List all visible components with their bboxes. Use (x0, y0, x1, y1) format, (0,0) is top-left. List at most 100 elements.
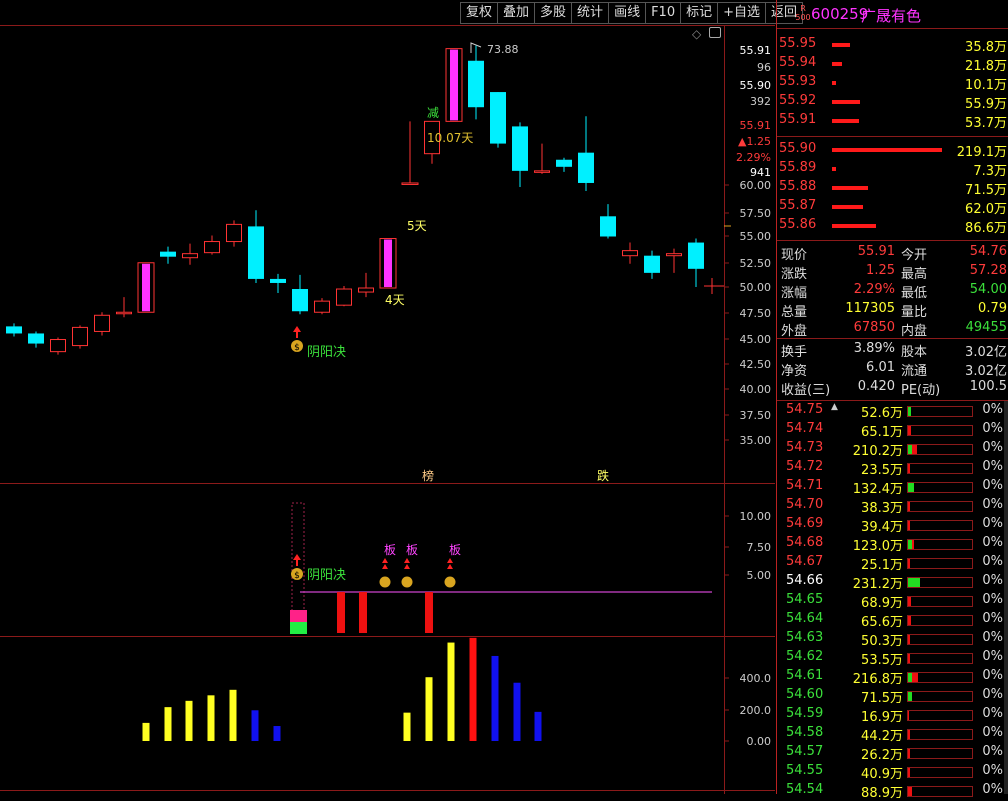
ladder-percent: 0% (982, 687, 1003, 702)
candle[interactable] (226, 220, 242, 247)
candle[interactable] (666, 248, 682, 273)
stat-label: 股本 (901, 345, 928, 360)
ladder-bar (908, 483, 914, 492)
stat-label: 净资 (781, 364, 808, 379)
axis-label: 60.00 (740, 179, 772, 192)
ladder-percent: 0% (982, 554, 1003, 569)
stat-label: 量比 (901, 305, 928, 320)
kline-chart[interactable]: 55.91 96 55.90 392 55.91 ▲1.25 2.29% 94160.00 57… (0, 0, 775, 794)
ladder-volume: 68.9万 (861, 596, 903, 611)
book-price: 55.88 (779, 179, 817, 194)
candle[interactable] (248, 210, 264, 283)
ladder-bar-frame (907, 729, 973, 740)
stat-label: 最低 (901, 286, 928, 301)
book-volume: 7.3万 (973, 164, 1007, 179)
candle[interactable] (578, 116, 594, 192)
signal-bar (359, 592, 367, 633)
candle[interactable] (50, 337, 66, 355)
candle[interactable] (292, 274, 308, 315)
candle[interactable] (72, 325, 88, 349)
candle[interactable] (28, 331, 44, 348)
candle[interactable] (137, 262, 155, 313)
ladder-price: 54.57 (786, 744, 824, 759)
ladder-bar (908, 654, 910, 663)
ladder-percent: 0% (982, 725, 1003, 740)
stat-value: 54.76 (969, 244, 1007, 259)
candle[interactable] (644, 250, 660, 279)
candle[interactable] (6, 323, 22, 337)
candle[interactable] (600, 204, 616, 239)
axis-label: 35.00 (740, 434, 772, 447)
candle[interactable] (116, 297, 132, 318)
candle[interactable] (336, 285, 352, 307)
candle[interactable] (401, 121, 419, 185)
book-volume-bar (832, 186, 868, 190)
ladder-bar-frame (907, 463, 973, 474)
candle[interactable] (512, 122, 528, 188)
candle[interactable] (358, 272, 374, 298)
candle[interactable] (622, 242, 638, 264)
toolbar-button-0[interactable]: 复权 (460, 2, 499, 24)
stat-label: 涨跌 (781, 267, 808, 282)
candle[interactable] (182, 243, 198, 265)
candle[interactable] (270, 273, 286, 294)
toolbar-button-6[interactable]: 标记 (680, 2, 719, 24)
candle[interactable] (160, 246, 176, 264)
toolbar-button-4[interactable]: 画线 (608, 2, 647, 24)
ladder-percent: 0% (982, 592, 1003, 607)
candle[interactable] (445, 48, 463, 122)
ladder-bar-frame (907, 615, 973, 626)
price-axis: 55.91 96 55.90 392 55.91 ▲1.25 2.29% 94160.00 57… (724, 44, 771, 447)
toolbar-button-2[interactable]: 多股 (534, 2, 573, 24)
candle[interactable] (688, 238, 704, 287)
signal-yinyang-label: 阴阳决 (307, 568, 346, 583)
book-volume-bar (832, 148, 942, 152)
stat-value: 54.00 (969, 282, 1007, 297)
candle[interactable] (94, 312, 110, 336)
book-price: 55.90 (779, 141, 817, 156)
ladder-bar (912, 673, 918, 682)
ladder-bar-frame (907, 596, 973, 607)
candlestick-series (6, 45, 704, 355)
book-volume: 86.6万 (965, 221, 1007, 236)
axis-label: 52.50 (740, 257, 772, 270)
book-price: 55.87 (779, 198, 817, 213)
axis-label: 37.50 (740, 409, 772, 422)
volume-bar (273, 726, 281, 741)
money-bag-glyph: $ (294, 571, 300, 581)
toolbar-button-1[interactable]: 叠加 (497, 2, 536, 24)
book-volume: 62.0万 (965, 202, 1007, 217)
ladder-bar-frame (907, 653, 973, 664)
toolbar-button-3[interactable]: 统计 (571, 2, 610, 24)
volume-bar (207, 695, 215, 741)
window-restore-icon[interactable] (709, 27, 721, 38)
toolbar-button-5[interactable]: F10 (645, 2, 682, 24)
candle[interactable] (379, 238, 397, 289)
ladder-price: 54.64 (786, 611, 824, 626)
candle[interactable] (314, 298, 330, 315)
ladder-price: 54.68 (786, 535, 824, 550)
annotation-days5: 5天 (407, 219, 427, 233)
annotation-die: 跌 (597, 468, 609, 483)
toolbar-button-7[interactable]: +自选 (717, 2, 767, 24)
candle[interactable] (468, 45, 484, 120)
axis-label: 55.91 (740, 44, 772, 57)
ladder-price: 54.61 (786, 668, 824, 683)
ladder-price: 54.70 (786, 497, 824, 512)
ladder-price: 54.54 (786, 782, 824, 797)
stat-label: 今开 (901, 248, 928, 263)
diamond-icon[interactable]: ◇ (692, 27, 701, 41)
volume-bar (425, 677, 433, 741)
ladder-bar-frame (907, 482, 973, 493)
candle[interactable] (490, 92, 506, 148)
candle[interactable] (556, 157, 572, 172)
book-volume-bar (832, 205, 863, 209)
signal-bar (337, 592, 345, 633)
ladder-volume: 44.2万 (861, 729, 903, 744)
candle[interactable] (204, 235, 220, 255)
ladder-scrollbar[interactable] (1004, 401, 1008, 794)
annotation-days10: 10.07天 (427, 131, 473, 145)
annotation-days4: 4天 (385, 293, 405, 307)
stat-value: 100.5 (969, 379, 1007, 394)
candle[interactable] (534, 143, 550, 174)
